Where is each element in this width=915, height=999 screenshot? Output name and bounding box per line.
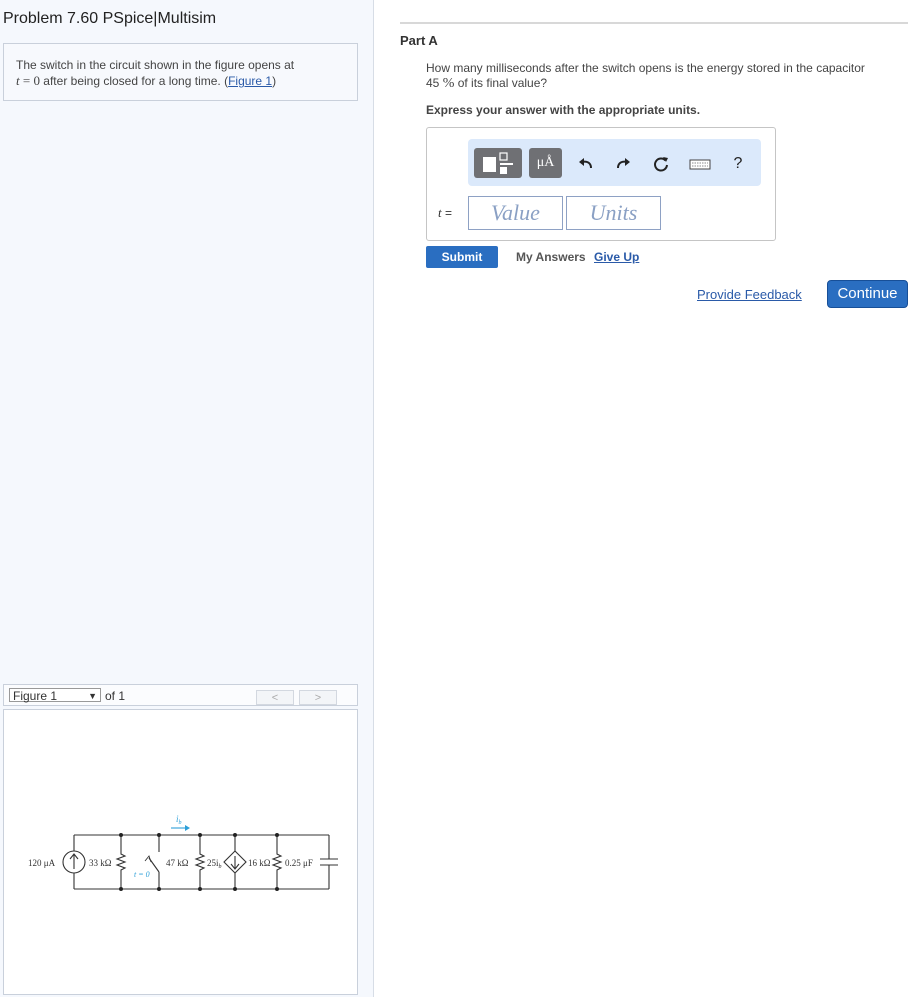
keyboard-icon[interactable] xyxy=(689,154,711,174)
node-dot xyxy=(119,887,123,891)
source-label: 120 μA xyxy=(28,858,56,868)
undo-icon[interactable] xyxy=(576,154,596,174)
figure-count: of 1 xyxy=(105,689,126,703)
dependent-subscript: b xyxy=(219,864,222,870)
intro-close: ) xyxy=(272,74,277,88)
part-a-title: Part A xyxy=(400,33,438,48)
section-divider xyxy=(400,22,908,24)
resistor-47k xyxy=(194,835,206,889)
figure-select[interactable]: Figure 1 ▼ xyxy=(9,688,101,703)
template-icon xyxy=(483,152,513,174)
submit-button[interactable]: Submit xyxy=(426,246,498,268)
intro-t-equals: = 0 xyxy=(19,73,40,88)
question-line-1: How many milliseconds after the switch o… xyxy=(426,61,865,75)
template-button[interactable] xyxy=(474,148,522,178)
give-up-link[interactable]: Give Up xyxy=(594,250,639,264)
intro-text-1: The switch in the circuit shown in the f… xyxy=(16,58,295,72)
value-input[interactable]: Value xyxy=(468,196,563,230)
switch-label: t = 0 xyxy=(134,870,150,879)
node-dot xyxy=(275,887,279,891)
figure-panel: 120 μA 33 kΩ t = 0 47 kΩ ib 25ib 16 kΩ 0… xyxy=(3,709,358,995)
figure-nav-bar: Figure 1 ▼ of 1 < > xyxy=(3,684,358,706)
r2-label: 47 kΩ xyxy=(166,858,189,868)
math-toolbar: μÅ ? xyxy=(468,139,761,186)
question-line-2a: 45 xyxy=(426,76,443,90)
left-panel: Problem 7.60 PSpice|Multisim The switch … xyxy=(0,0,374,997)
resistor-33k xyxy=(115,835,127,889)
current-subscript: b xyxy=(179,820,182,826)
figure-select-value: Figure 1 xyxy=(13,689,58,703)
circuit-diagram: 120 μA 33 kΩ t = 0 47 kΩ ib 25ib 16 kΩ 0… xyxy=(28,814,338,891)
current-arrow-icon xyxy=(185,825,190,831)
prev-figure-button[interactable]: < xyxy=(256,690,294,705)
problem-title: Problem 7.60 PSpice|Multisim xyxy=(3,10,217,27)
node-dot xyxy=(198,887,202,891)
problem-intro: The switch in the circuit shown in the f… xyxy=(3,43,358,101)
t-equals: = xyxy=(441,206,452,220)
node-dot xyxy=(233,833,237,837)
answer-instruction: Express your answer with the appropriate… xyxy=(426,103,701,117)
units-button[interactable]: μÅ xyxy=(529,148,562,178)
reset-icon[interactable] xyxy=(651,154,671,174)
t-label: t = xyxy=(438,205,452,221)
answer-box: μÅ ? t = Value Units xyxy=(426,127,776,241)
redo-icon[interactable] xyxy=(613,154,633,174)
provide-feedback-link[interactable]: Provide Feedback xyxy=(697,287,802,302)
figure-link[interactable]: Figure 1 xyxy=(228,74,272,88)
units-input[interactable]: Units xyxy=(566,196,661,230)
resistor-16k xyxy=(271,835,283,889)
dropdown-arrow-icon: ▼ xyxy=(88,691,97,701)
next-figure-button[interactable]: > xyxy=(299,690,337,705)
intro-text-2: after being closed for a long time. ( xyxy=(39,74,229,88)
node-dot xyxy=(119,833,123,837)
question-line-2b: of its final value? xyxy=(454,76,548,90)
capacitor-label: 0.25 μF xyxy=(285,858,313,868)
continue-button[interactable]: Continue xyxy=(827,280,908,308)
capacitor-icon xyxy=(320,835,338,889)
node-dot xyxy=(275,833,279,837)
percent-symbol: % xyxy=(442,76,455,91)
question-text: How many milliseconds after the switch o… xyxy=(426,61,906,91)
svg-text:ib: ib xyxy=(176,814,182,826)
help-icon[interactable]: ? xyxy=(728,154,748,174)
dependent-label: 25i xyxy=(207,858,219,868)
svg-text:25ib: 25ib xyxy=(207,858,222,870)
r1-label: 33 kΩ xyxy=(89,858,112,868)
node-dot xyxy=(157,887,161,891)
node-dot xyxy=(233,887,237,891)
my-answers-label: My Answers xyxy=(516,250,586,264)
node-dot xyxy=(198,833,202,837)
node-dot xyxy=(157,833,161,837)
r3-label: 16 kΩ xyxy=(248,858,271,868)
figure-pager: < > xyxy=(256,688,339,705)
